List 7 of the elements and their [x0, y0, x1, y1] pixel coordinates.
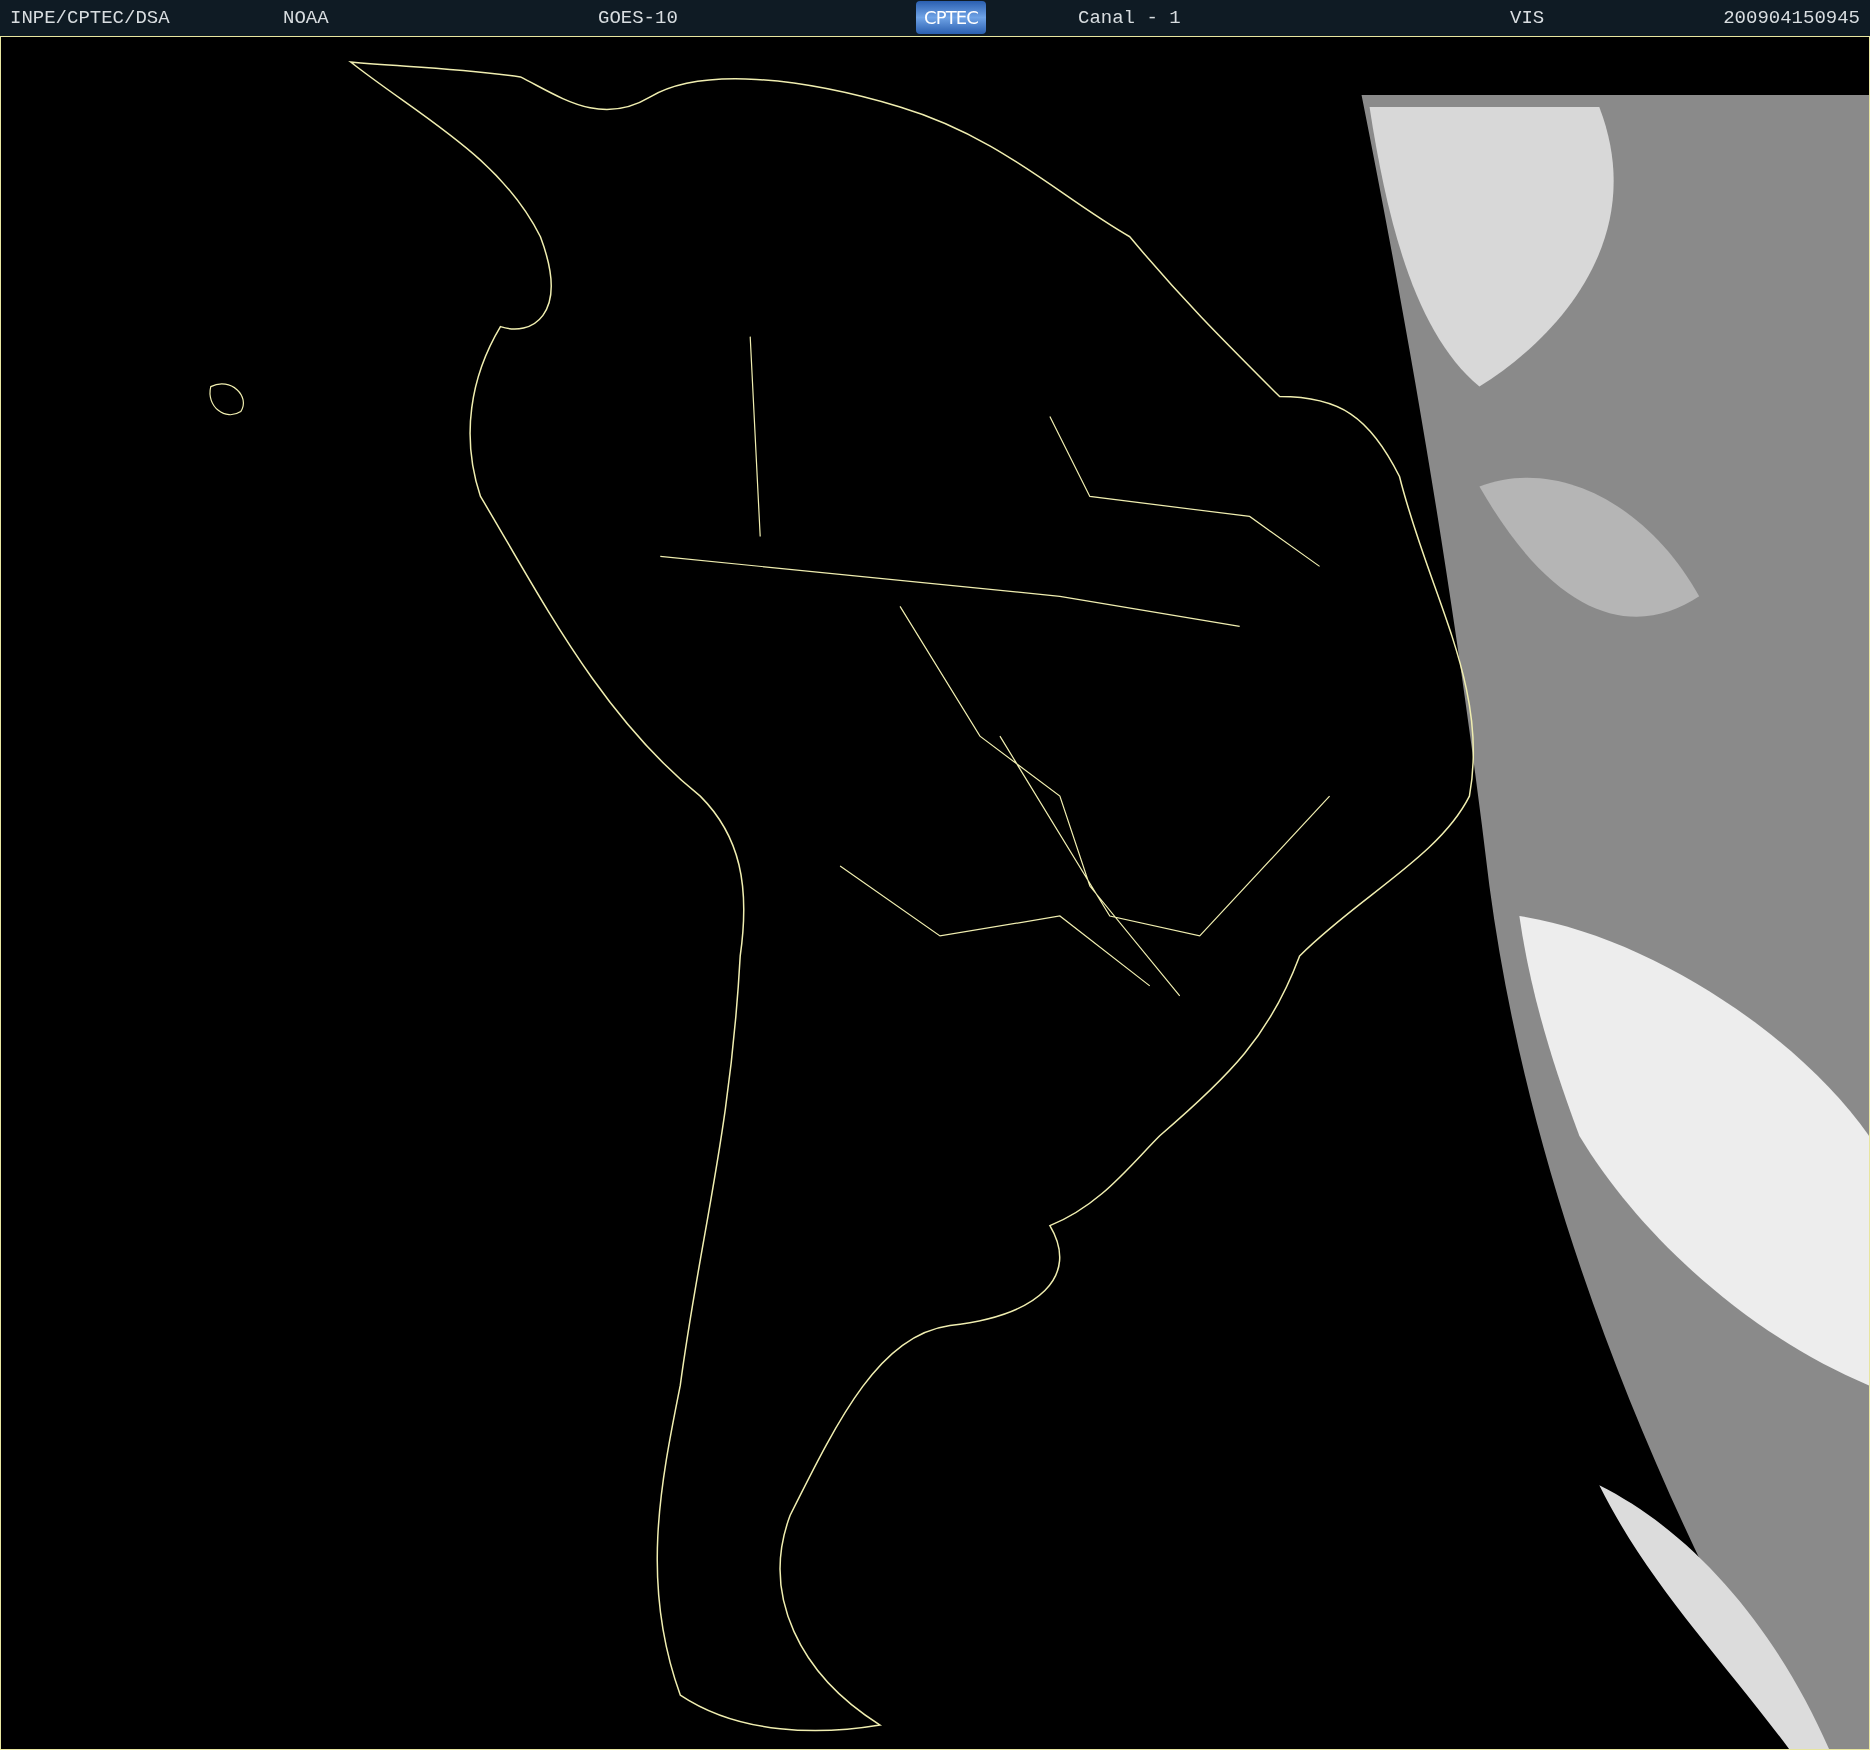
timestamp-label: 200904150945: [1723, 5, 1860, 31]
satellite-label: GOES-10: [598, 5, 678, 31]
logo: CPTEC: [916, 1, 986, 34]
channel-label: Canal - 1: [1078, 5, 1181, 31]
agency-label: NOAA: [283, 5, 329, 31]
institution-label: INPE/CPTEC/DSA: [10, 5, 170, 31]
band-label: VIS: [1510, 5, 1545, 31]
